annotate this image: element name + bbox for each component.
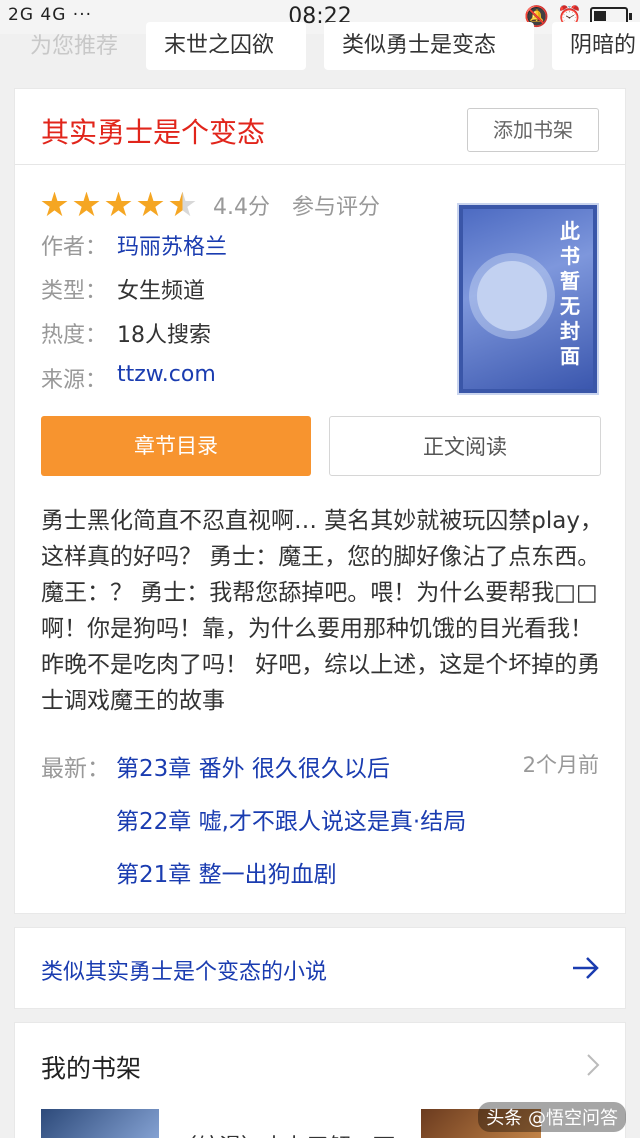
chapter-catalog-button[interactable]: 章节目录 <box>41 416 311 476</box>
cover-placeholder-text: 此书暂无封面 <box>560 219 580 368</box>
book-header: 其实勇士是个变态 添加书架 <box>15 89 625 165</box>
rate-link[interactable]: 参与评分 <box>292 189 380 221</box>
info-author: 作者： 玛丽苏格兰 <box>41 229 227 261</box>
type-value: 女生频道 <box>117 279 206 304</box>
book-title: 其实勇士是个变态 <box>41 116 266 149</box>
recommend-chip[interactable]: 末世之囚欲 <box>146 22 306 70</box>
rating-row: 4.4分 参与评分 <box>41 189 380 221</box>
similar-novels-text: 类似其实勇士是个变态的小说 <box>41 960 328 985</box>
chapter-link[interactable]: 第23章 番外 很久很久以后 <box>116 749 390 783</box>
book-card: 其实勇士是个变态 添加书架 4.4分 参与评分 作者： 玛丽苏格兰 类型： 女生… <box>14 88 626 914</box>
recommend-row: 为您推荐 末世之囚欲 类似勇士是变态 阴暗的 <box>0 22 640 72</box>
star-icon <box>105 191 132 217</box>
info-type: 类型： 女生频道 <box>41 273 205 305</box>
info-label: 热度： <box>41 323 108 348</box>
latest-label: 最新： <box>41 756 110 782</box>
info-source: 来源： ttzw.com <box>41 362 216 394</box>
cover-art <box>477 261 547 331</box>
info-label: 来源： <box>41 368 108 393</box>
add-to-shelf-button[interactable]: 添加书架 <box>467 108 599 152</box>
info-label: 作者： <box>41 235 108 260</box>
read-text-button[interactable]: 正文阅读 <box>329 416 601 476</box>
chapter-link[interactable]: 第22章 嘘,才不跟人说这是真·结局 <box>116 802 466 836</box>
author-link[interactable]: 玛丽苏格兰 <box>117 229 227 261</box>
latest-time: 2个月前 <box>522 753 599 777</box>
heat-value: 18人搜索 <box>117 323 211 348</box>
star-icon <box>73 191 100 217</box>
half-star-icon <box>169 191 196 217</box>
chevron-right-icon <box>587 1054 600 1076</box>
recommend-chip[interactable]: 阴暗的 <box>552 22 640 70</box>
star-icon <box>137 191 164 217</box>
chapter-link[interactable]: 第21章 整一出狗血剧 <box>116 855 337 889</box>
source-link[interactable]: ttzw.com <box>117 362 216 394</box>
rating-score: 4.4分 <box>213 195 270 220</box>
shelf-title: 我的书架 <box>41 1054 142 1083</box>
shelf-book-cover[interactable] <box>41 1109 159 1138</box>
star-icon <box>41 191 68 217</box>
similar-novels-link[interactable]: 类似其实勇士是个变态的小说 <box>14 927 626 1009</box>
recommend-chip[interactable]: 类似勇士是变态 <box>324 22 534 70</box>
watermark: 头条 @悟空问答 <box>478 1102 626 1132</box>
book-cover[interactable]: 此书暂无封面 <box>457 203 599 395</box>
shelf-book-title[interactable]: （综漫）本丸了解一下 <box>175 1129 415 1138</box>
arrow-right-icon <box>573 957 599 979</box>
book-description: 勇士黑化简直不忍直视啊… 莫名其妙就被玩囚禁play，这样真的好吗？ 勇士：魔王… <box>41 508 604 714</box>
recommend-label: 为您推荐 <box>30 34 119 59</box>
info-heat: 热度： 18人搜索 <box>41 317 211 349</box>
info-label: 类型： <box>41 279 108 304</box>
